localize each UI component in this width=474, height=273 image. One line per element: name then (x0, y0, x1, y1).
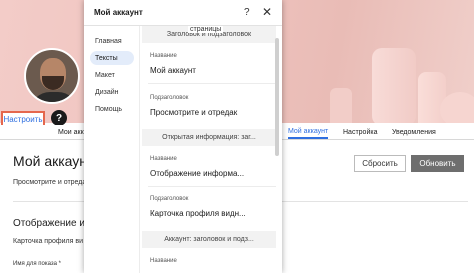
title-field[interactable]: Отображение информа... (150, 169, 244, 178)
tab-my-account[interactable]: Мой аккаунт (288, 125, 329, 139)
panel-nav: Главная Тексты Макет Дизайн Помощь (84, 26, 140, 273)
page-title: Мой аккаун (13, 153, 88, 169)
separator (148, 186, 276, 187)
cover-decoration (440, 92, 474, 123)
cover-decoration (372, 48, 416, 123)
settings-panel: Мой аккаунт ? ✕ Главная Тексты Макет Диз… (84, 0, 282, 273)
display-name-label: Имя для показа * (13, 261, 61, 267)
title-field[interactable]: Мой аккаунт (150, 66, 196, 75)
update-button[interactable]: Обновить (411, 155, 464, 172)
nav-item-home[interactable]: Главная (90, 34, 134, 48)
panel-header: Мой аккаунт ? ✕ (84, 0, 282, 26)
field-label: Название (150, 258, 177, 264)
section-title: Отображение ин (13, 218, 91, 229)
nav-item-help[interactable]: Помощь (90, 102, 134, 116)
nav-item-texts[interactable]: Тексты (90, 51, 134, 65)
panel-content: Заголовок и подзаголовок Название Мой ак… (142, 26, 276, 273)
scrollbar[interactable] (275, 38, 279, 156)
avatar (24, 48, 80, 104)
help-icon[interactable]: ? (51, 110, 67, 126)
nav-item-layout[interactable]: Макет (90, 68, 134, 82)
nav-item-design[interactable]: Дизайн (90, 85, 134, 99)
field-label: Подзаголовок (150, 196, 189, 202)
subtitle-field[interactable]: Карточка профиля видн... (150, 209, 246, 218)
group-header[interactable]: Открытая информация: заг... (142, 129, 276, 146)
subtitle-field[interactable]: Просмотрите и отредак (150, 108, 237, 117)
section-subtitle: Карточка профиля ви (13, 238, 83, 245)
tooltip: страницы (188, 26, 224, 33)
tab-settings[interactable]: Настройка (343, 125, 377, 139)
question-icon[interactable]: ? (244, 7, 250, 18)
field-label: Подзаголовок (150, 95, 189, 101)
panel-title: Мой аккаунт (94, 8, 143, 17)
tab-notifications[interactable]: Уведомления (392, 125, 436, 139)
separator (148, 83, 276, 84)
page-subtitle: Просмотрите и отреда (13, 179, 87, 186)
cover-decoration (330, 88, 352, 123)
reset-button[interactable]: Сбросить (354, 155, 406, 172)
field-label: Название (150, 53, 177, 59)
close-icon[interactable]: ✕ (262, 5, 272, 19)
group-header[interactable]: Аккаунт: заголовок и подз... (142, 231, 276, 248)
field-label: Название (150, 156, 177, 162)
